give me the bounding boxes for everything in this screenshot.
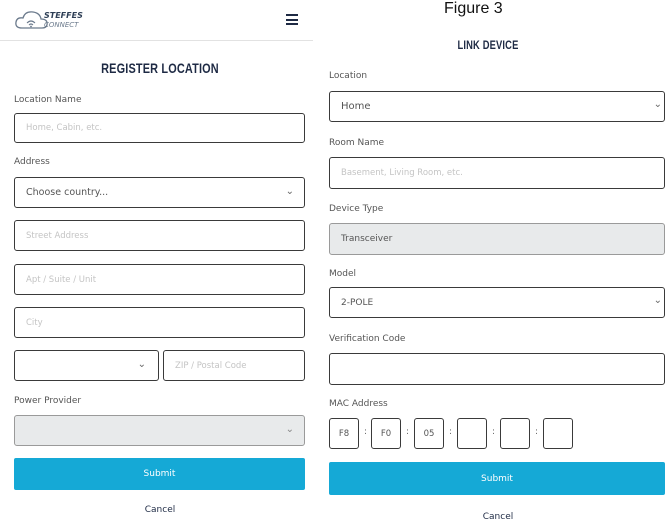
location-name-placeholder: Home, Cabin, etc. (26, 123, 103, 133)
street-address-placeholder: Street Address (26, 230, 89, 241)
street-address-input[interactable]: Street Address (14, 220, 305, 251)
power-provider-label: Power Provider (14, 396, 82, 406)
mac-octet-1[interactable]: F8 (329, 418, 359, 449)
hamburger-menu-icon[interactable] (286, 14, 298, 25)
chevron-down-icon: ⌄ (285, 186, 294, 197)
location-label: Location (329, 71, 368, 81)
register-cancel-link[interactable]: Cancel (110, 505, 210, 515)
city-placeholder: City (26, 317, 43, 328)
chevron-down-icon: ⌄ (653, 295, 662, 306)
mac-octet-4[interactable] (457, 418, 487, 449)
room-name-label: Room Name (329, 138, 385, 148)
country-select[interactable]: Choose country... ⌄ (14, 177, 305, 208)
logo-text-steffes: STEFFES (44, 11, 83, 20)
device-type-field: Transceiver (329, 223, 665, 255)
location-name-input[interactable]: Home, Cabin, etc. (14, 113, 305, 143)
chevron-down-icon: ⌄ (653, 99, 662, 110)
location-name-label: Location Name (14, 95, 82, 105)
state-select[interactable]: ⌄ (14, 350, 159, 381)
verification-code-label: Verification Code (329, 334, 406, 344)
mac-octet-5[interactable] (500, 418, 530, 449)
room-name-input[interactable]: Basement, Living Room, etc. (329, 157, 665, 189)
mac-octet-6[interactable] (543, 418, 573, 449)
location-select[interactable]: Home ⌄ (329, 91, 665, 122)
city-input[interactable]: City (14, 307, 305, 338)
model-select[interactable]: 2-POLE ⌄ (329, 287, 665, 318)
mac-address-label: MAC Address (329, 399, 388, 409)
mac-separator: : (364, 427, 368, 437)
zip-postal-placeholder: ZIP / Postal Code (175, 360, 247, 371)
mac-separator: : (492, 427, 496, 437)
register-location-title: REGISTER LOCATION (101, 60, 219, 76)
model-select-value: 2-POLE (341, 297, 374, 308)
country-select-value: Choose country... (26, 187, 109, 198)
mac-octet-2[interactable]: F0 (371, 418, 401, 449)
power-provider-select[interactable]: ⌄ (14, 415, 305, 446)
room-name-placeholder: Basement, Living Room, etc. (341, 168, 463, 178)
device-type-label: Device Type (329, 204, 384, 214)
mac-separator: : (535, 427, 539, 437)
figure-label: Figure 3 (444, 0, 503, 17)
chevron-down-icon: ⌄ (137, 359, 146, 370)
mac-separator: : (406, 427, 410, 437)
link-cancel-link[interactable]: Cancel (448, 512, 548, 522)
model-label: Model (329, 269, 357, 279)
address-label: Address (14, 157, 50, 167)
apt-suite-unit-input[interactable]: Apt / Suite / Unit (14, 264, 305, 295)
header-divider (0, 40, 313, 41)
verification-code-input[interactable] (329, 353, 665, 385)
location-select-value: Home (341, 101, 371, 112)
apt-suite-unit-placeholder: Apt / Suite / Unit (26, 274, 97, 285)
logo-text-connect: CONNECT (44, 21, 79, 29)
steffes-logo[interactable]: STEFFES CONNECT (14, 6, 94, 34)
mac-octet-3[interactable]: 05 (414, 418, 444, 449)
link-device-title: LINK DEVICE (457, 38, 519, 52)
device-type-value: Transceiver (341, 234, 393, 244)
mac-separator: : (449, 427, 453, 437)
chevron-down-icon: ⌄ (285, 424, 294, 435)
zip-postal-input[interactable]: ZIP / Postal Code (163, 350, 305, 381)
link-submit-button[interactable]: Submit (329, 462, 665, 495)
register-submit-button[interactable]: Submit (14, 458, 305, 490)
